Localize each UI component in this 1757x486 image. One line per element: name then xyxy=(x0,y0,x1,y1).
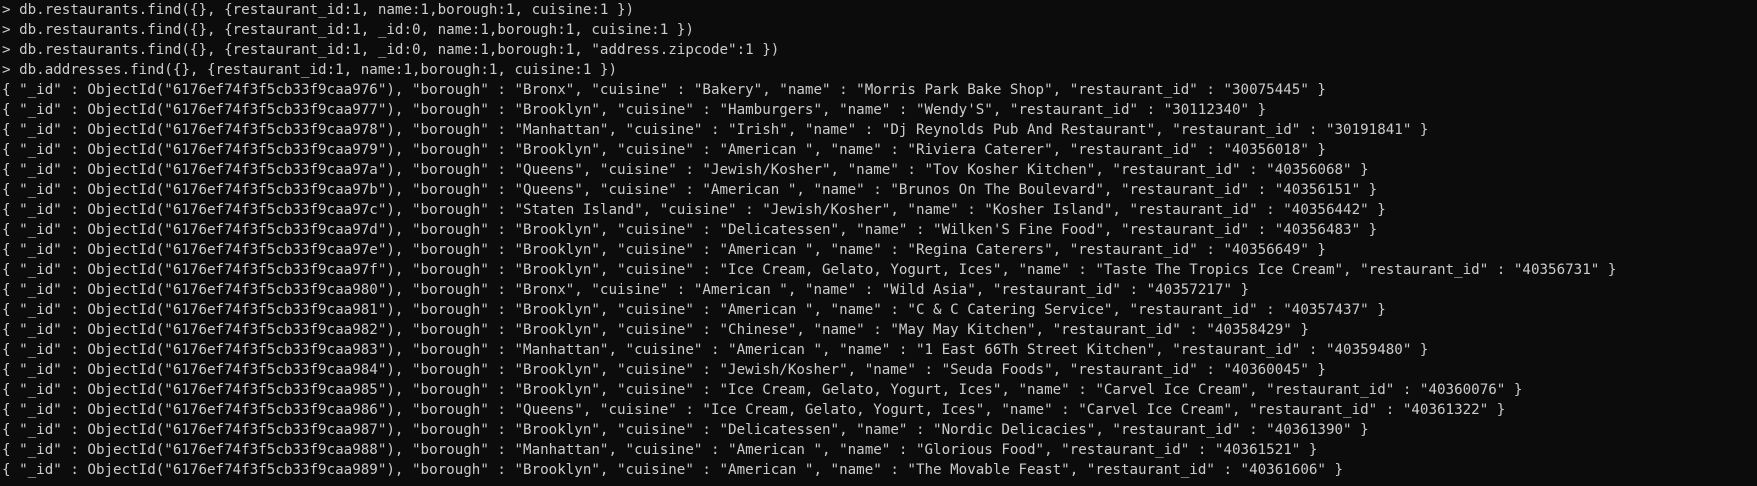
result-line: { "_id" : ObjectId("6176ef74f3f5cb33f9ca… xyxy=(2,462,1344,478)
command-line: > db.addresses.find({}, {restaurant_id:1… xyxy=(2,62,617,78)
result-line: { "_id" : ObjectId("6176ef74f3f5cb33f9ca… xyxy=(2,242,1326,258)
result-line: { "_id" : ObjectId("6176ef74f3f5cb33f9ca… xyxy=(2,202,1386,218)
command-line: > db.restaurants.find({}, {restaurant_id… xyxy=(2,2,635,18)
result-line: { "_id" : ObjectId("6176ef74f3f5cb33f9ca… xyxy=(2,142,1326,158)
result-line: { "_id" : ObjectId("6176ef74f3f5cb33f9ca… xyxy=(2,182,1378,198)
command-line: > db.restaurants.find({}, {restaurant_id… xyxy=(2,42,780,58)
result-line: { "_id" : ObjectId("6176ef74f3f5cb33f9ca… xyxy=(2,402,1506,418)
result-line: { "_id" : ObjectId("6176ef74f3f5cb33f9ca… xyxy=(2,342,1429,358)
result-line: { "_id" : ObjectId("6176ef74f3f5cb33f9ca… xyxy=(2,222,1378,238)
terminal-window[interactable]: > db.restaurants.find({}, {restaurant_id… xyxy=(0,0,1757,486)
result-line: { "_id" : ObjectId("6176ef74f3f5cb33f9ca… xyxy=(2,262,1617,278)
result-line: { "_id" : ObjectId("6176ef74f3f5cb33f9ca… xyxy=(2,362,1326,378)
result-line: { "_id" : ObjectId("6176ef74f3f5cb33f9ca… xyxy=(2,282,1250,298)
result-line: { "_id" : ObjectId("6176ef74f3f5cb33f9ca… xyxy=(2,122,1429,138)
result-line: { "_id" : ObjectId("6176ef74f3f5cb33f9ca… xyxy=(2,102,1267,118)
result-line: { "_id" : ObjectId("6176ef74f3f5cb33f9ca… xyxy=(2,162,1369,178)
result-line: { "_id" : ObjectId("6176ef74f3f5cb33f9ca… xyxy=(2,422,1369,438)
result-line: { "_id" : ObjectId("6176ef74f3f5cb33f9ca… xyxy=(2,382,1523,398)
result-line: { "_id" : ObjectId("6176ef74f3f5cb33f9ca… xyxy=(2,322,1309,338)
result-line: { "_id" : ObjectId("6176ef74f3f5cb33f9ca… xyxy=(2,302,1386,318)
result-line: { "_id" : ObjectId("6176ef74f3f5cb33f9ca… xyxy=(2,82,1326,98)
command-line: > db.restaurants.find({}, {restaurant_id… xyxy=(2,22,694,38)
result-line: { "_id" : ObjectId("6176ef74f3f5cb33f9ca… xyxy=(2,442,1318,458)
